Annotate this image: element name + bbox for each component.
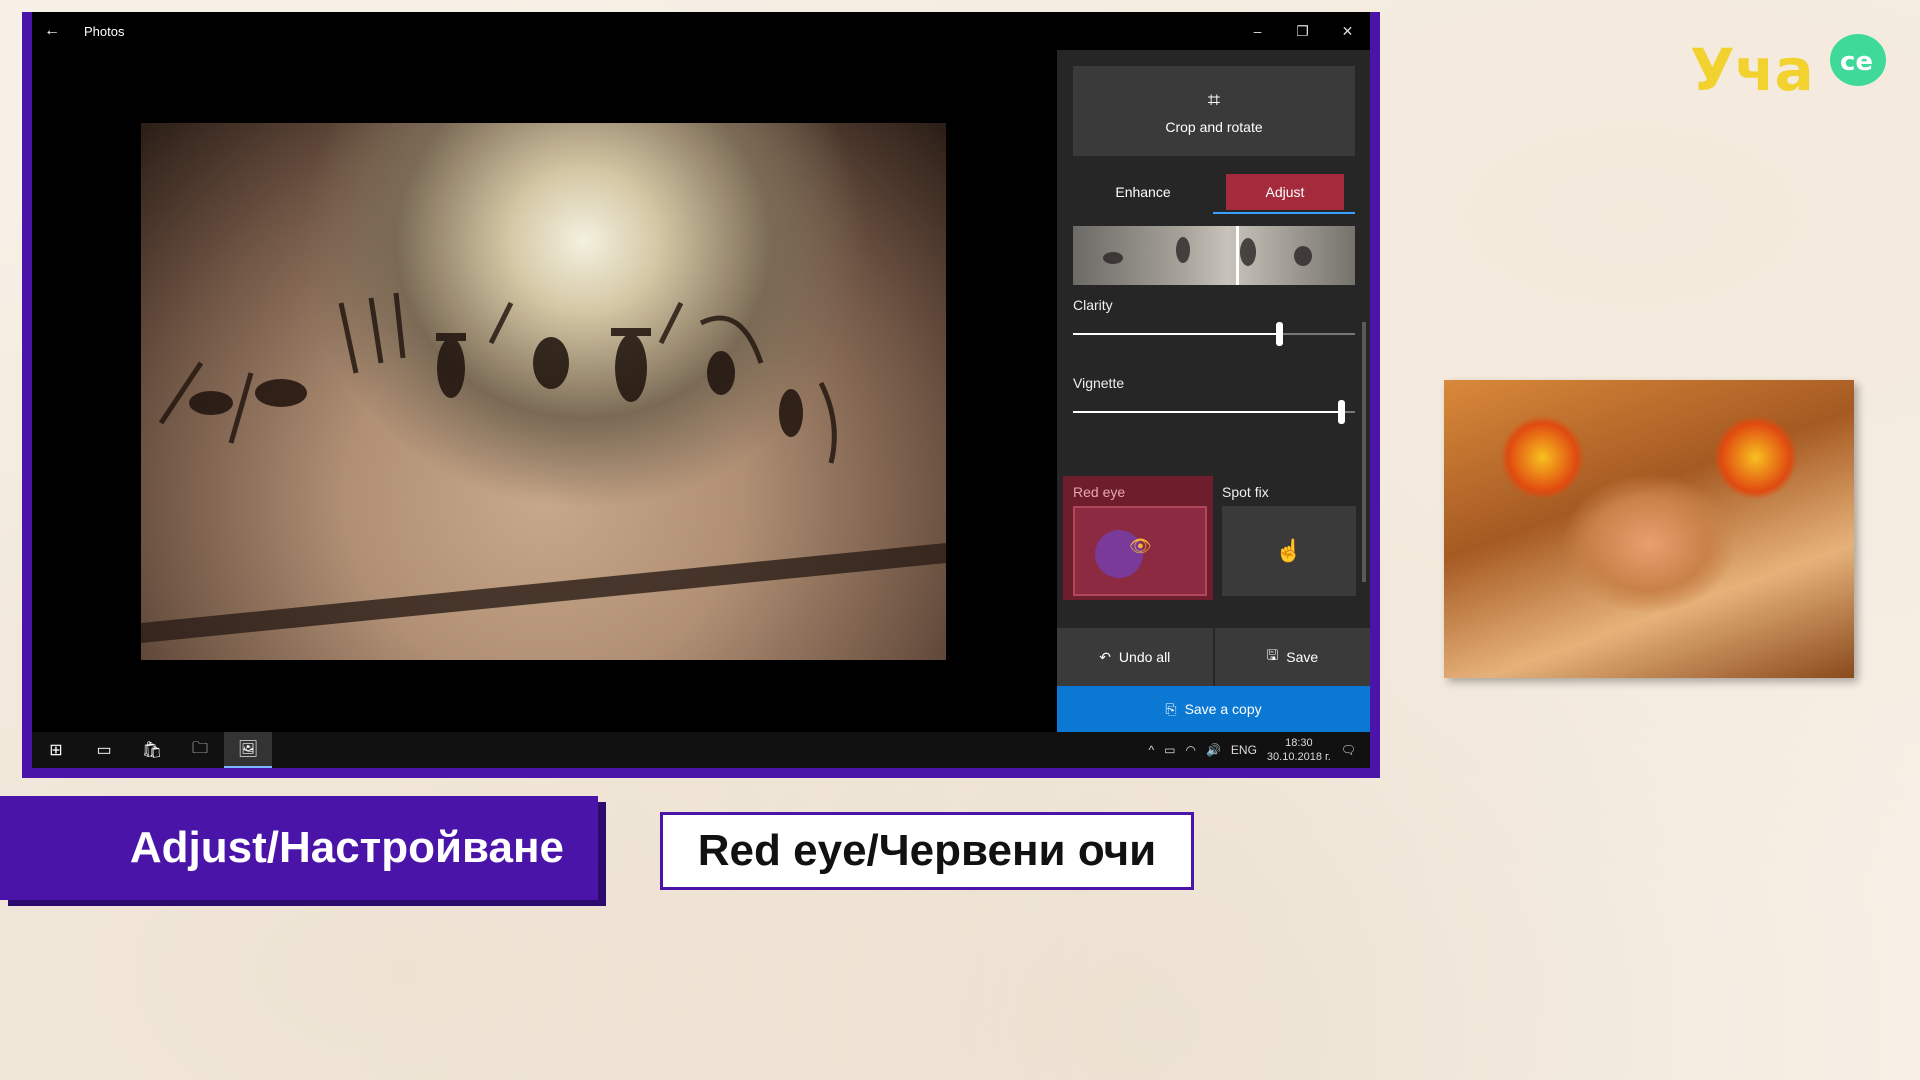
back-icon[interactable]: ← [32, 22, 72, 40]
edit-panel: ⌗ Crop and rotate Enhance Adjust Clarity… [1057, 50, 1370, 732]
logo-bubble-text: се [1840, 47, 1873, 77]
photos-app: ⌗ Crop and rotate Enhance Adjust Clarity… [32, 50, 1370, 732]
save-copy-icon: ⎘ [1165, 700, 1177, 717]
battery-icon[interactable]: ▭ [1164, 743, 1175, 757]
volume-icon[interactable]: 🔊 [1206, 743, 1221, 757]
undo-label: Undo all [1118, 649, 1171, 665]
panel-scrollbar[interactable] [1362, 222, 1366, 582]
save-button[interactable]: 🖫 Save [1214, 628, 1370, 686]
minimize-icon[interactable]: – [1235, 23, 1280, 40]
vignette-thumb[interactable] [1337, 400, 1345, 424]
edit-tabs: Enhance Adjust [1057, 174, 1370, 214]
start-icon[interactable]: ⊞ [32, 732, 80, 768]
vignette-slider[interactable] [1073, 400, 1355, 424]
store-icon[interactable]: 🛍 [128, 732, 176, 768]
crop-rotate-button[interactable]: ⌗ Crop and rotate [1073, 66, 1355, 156]
eye-icon: 👁 [1129, 536, 1152, 556]
clock-time: 18:30 [1285, 737, 1313, 749]
clarity-fill [1073, 333, 1279, 335]
clock[interactable]: 18:30 30.10.2018 г. [1267, 736, 1331, 764]
file-explorer-icon[interactable]: 🗀 [176, 732, 224, 768]
vignette-label: Vignette [1073, 375, 1125, 391]
crop-label: Crop and rotate [1165, 119, 1263, 135]
compare-preview [1073, 226, 1355, 285]
window-title: Photos [84, 23, 125, 39]
cat-red-eye-photo [1444, 380, 1854, 678]
image-viewer [32, 50, 1057, 732]
tab-adjust[interactable]: Adjust [1226, 174, 1344, 210]
spot-fix-button[interactable]: ☝ [1222, 506, 1356, 596]
clarity-label: Clarity [1073, 297, 1113, 313]
clarity-thumb[interactable] [1275, 322, 1283, 346]
cave-drawings [141, 292, 946, 643]
language-indicator[interactable]: ENG [1231, 743, 1257, 757]
hand-icon: ☝ [1275, 538, 1303, 563]
preview-drawings [1103, 237, 1312, 266]
restore-icon[interactable]: ❐ [1280, 23, 1325, 40]
photos-taskbar-icon[interactable]: 🖼 [224, 732, 272, 768]
notification-icon[interactable]: 🗨 [1341, 743, 1356, 757]
undo-all-button[interactable]: ↶ Undo all [1057, 628, 1213, 686]
caption-adjust: Adjust/Настройване [0, 796, 598, 900]
save-label: Save [1286, 649, 1319, 665]
taskbar: ⊞ ▭ 🛍 🗀 🖼 ^ ▭ ◠ 🔊 ENG 18:30 30.10.2018 г… [32, 732, 1370, 768]
task-view-icon[interactable]: ▭ [80, 732, 128, 768]
clock-date: 30.10.2018 г. [1266, 751, 1331, 763]
system-tray: ^ ▭ ◠ 🔊 ENG 18:30 30.10.2018 г. 🗨 [1148, 736, 1370, 764]
undo-icon: ↶ [1099, 648, 1111, 665]
photos-window: ← Photos – ❐ ✕ ⌗ Crop and rotate Enhance… [22, 12, 1380, 778]
close-icon[interactable]: ✕ [1325, 23, 1370, 40]
title-bar: ← Photos – ❐ ✕ [32, 12, 1370, 50]
window-controls: – ❐ ✕ [1235, 23, 1370, 40]
tab-enhance[interactable]: Enhance [1073, 174, 1213, 210]
clarity-slider[interactable] [1073, 322, 1355, 346]
cave-photo [141, 123, 946, 660]
save-icon: 🖫 [1266, 647, 1279, 663]
logo-text: Уча [1690, 36, 1814, 104]
red-eye-button[interactable]: 👁 [1073, 506, 1207, 596]
red-eye-label: Red eye [1073, 484, 1126, 500]
tray-chevron-icon[interactable]: ^ [1148, 743, 1154, 757]
ucha-se-logo: Уча се [1690, 34, 1886, 104]
scrollbar-thumb[interactable] [1362, 322, 1366, 582]
red-eye-tool[interactable]: Red eye 👁 [1063, 476, 1213, 600]
save-copy-label: Save a copy [1184, 701, 1262, 717]
vignette-fill [1073, 411, 1341, 413]
wifi-icon[interactable]: ◠ [1185, 743, 1195, 757]
tab-indicator [1213, 212, 1355, 214]
caption-red-eye: Red eye/Червени очи [660, 812, 1194, 890]
compare-divider[interactable] [1236, 226, 1239, 285]
action-buttons: ↶ Undo all 🖫 Save [1057, 628, 1370, 686]
spot-fix-label: Spot fix [1222, 484, 1269, 500]
save-copy-button[interactable]: ⎘ Save a copy [1057, 686, 1370, 732]
crop-icon: ⌗ [1207, 87, 1221, 112]
